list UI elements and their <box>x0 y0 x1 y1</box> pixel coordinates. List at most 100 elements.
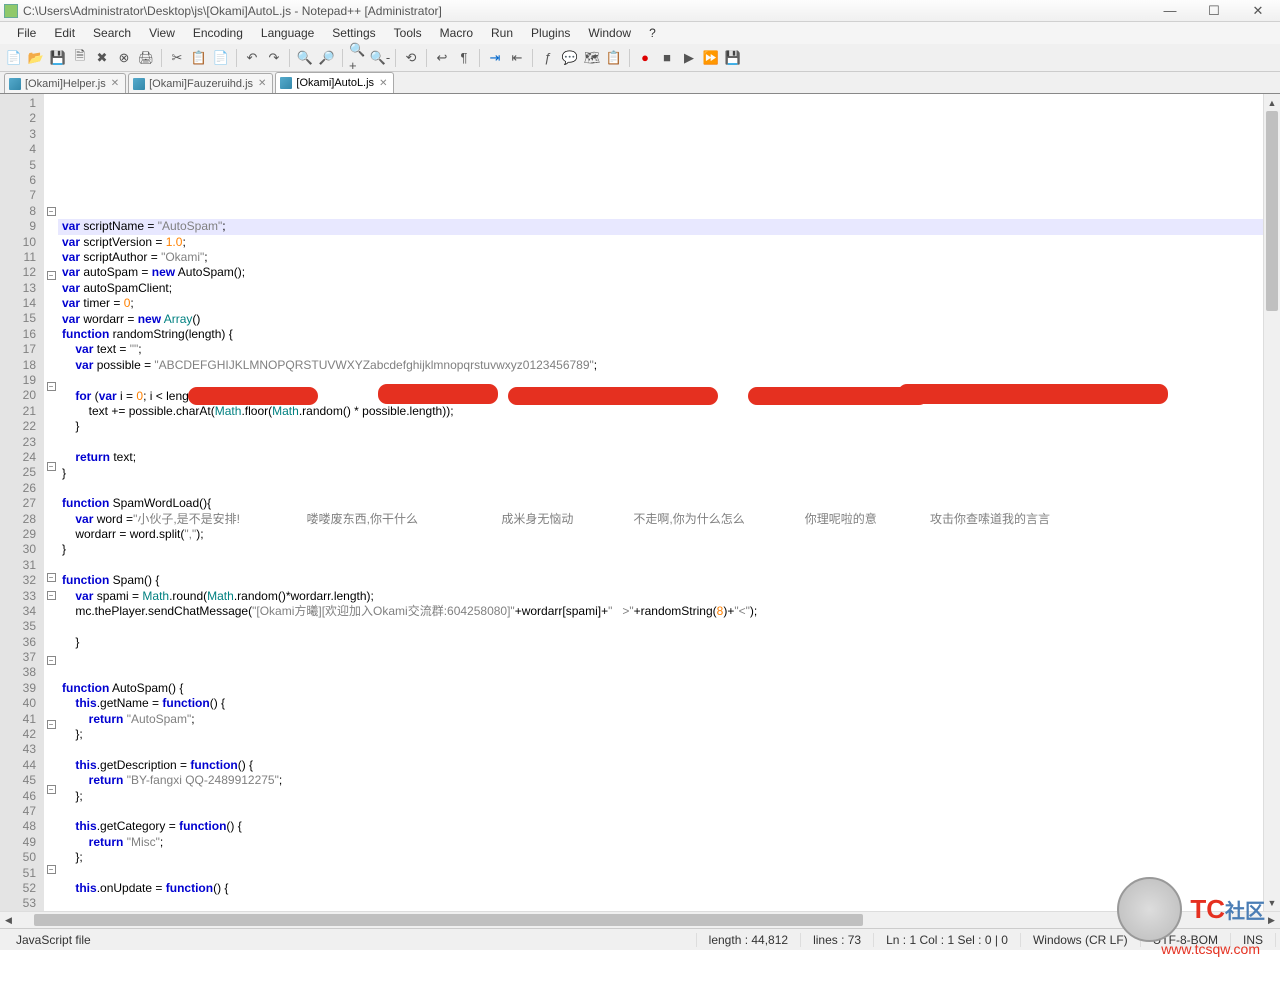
zoomin-icon[interactable]: 🔍+ <box>348 48 368 68</box>
code-line[interactable]: var scriptAuthor = "Okami"; <box>58 250 1263 265</box>
sync-icon[interactable]: ⟲ <box>401 48 421 68</box>
code-line[interactable]: return text; <box>58 450 1263 465</box>
code-area[interactable]: var scriptName = "AutoSpam";var scriptVe… <box>58 94 1263 911</box>
menu-edit[interactable]: Edit <box>45 24 84 42</box>
code-line[interactable] <box>58 896 1263 911</box>
code-line[interactable]: } <box>58 635 1263 650</box>
code-line[interactable]: function AutoSpam() { <box>58 681 1263 696</box>
outdent-icon[interactable]: ⇤ <box>507 48 527 68</box>
menu-file[interactable]: File <box>8 24 45 42</box>
code-line[interactable] <box>58 619 1263 634</box>
code-line[interactable]: wordarr = word.split(","); <box>58 527 1263 542</box>
showall-icon[interactable]: ¶ <box>454 48 474 68</box>
code-line[interactable]: var text = ""; <box>58 342 1263 357</box>
code-line[interactable] <box>58 666 1263 681</box>
saveall-icon[interactable]: 🗎 <box>70 48 90 68</box>
code-line[interactable]: } <box>58 419 1263 434</box>
fold-toggle[interactable]: − <box>47 207 56 216</box>
code-line[interactable]: function SpamWordLoad(){ <box>58 496 1263 511</box>
code-line[interactable]: return "Misc"; <box>58 835 1263 850</box>
map-icon[interactable]: 🗺 <box>582 48 602 68</box>
fold-toggle[interactable]: − <box>47 271 56 280</box>
print-icon[interactable]: 🖨 <box>136 48 156 68</box>
hscroll-thumb[interactable] <box>34 914 863 926</box>
menu-macro[interactable]: Macro <box>431 24 482 42</box>
tab-close-icon[interactable]: ✕ <box>258 78 266 89</box>
fold-toggle[interactable]: − <box>47 720 56 729</box>
tab[interactable]: [Okami]Fauzeruihd.js✕ <box>128 73 273 93</box>
code-line[interactable]: this.getName = function() { <box>58 696 1263 711</box>
cut-icon[interactable]: ✂ <box>167 48 187 68</box>
fold-toggle[interactable]: − <box>47 785 56 794</box>
code-line[interactable]: var scriptName = "AutoSpam"; <box>58 219 1263 234</box>
comment-icon[interactable]: 💬 <box>560 48 580 68</box>
menu-tools[interactable]: Tools <box>385 24 431 42</box>
doc-icon[interactable]: 📋 <box>604 48 624 68</box>
code-line[interactable]: mc.thePlayer.sendChatMessage("[Okami方曦][… <box>58 604 1263 619</box>
tab[interactable]: [Okami]Helper.js✕ <box>4 73 126 93</box>
new-icon[interactable]: 📄 <box>4 48 24 68</box>
code-line[interactable]: this.onUpdate = function() { <box>58 881 1263 896</box>
record-icon[interactable]: ● <box>635 48 655 68</box>
menu-?[interactable]: ? <box>640 24 665 42</box>
code-line[interactable] <box>58 650 1263 665</box>
menu-language[interactable]: Language <box>252 24 323 42</box>
code-line[interactable]: var spami = Math.round(Math.random()*wor… <box>58 589 1263 604</box>
code-line[interactable]: }; <box>58 850 1263 865</box>
code-line[interactable]: var autoSpam = new AutoSpam(); <box>58 265 1263 280</box>
maximize-button[interactable]: ☐ <box>1192 1 1236 21</box>
code-line[interactable]: this.getDescription = function() { <box>58 758 1263 773</box>
code-line[interactable] <box>58 435 1263 450</box>
replace-icon[interactable]: 🔎 <box>317 48 337 68</box>
code-line[interactable] <box>58 743 1263 758</box>
menu-run[interactable]: Run <box>482 24 522 42</box>
scroll-right-icon[interactable]: ▶ <box>1263 912 1280 929</box>
scroll-thumb[interactable] <box>1266 111 1278 311</box>
minimize-button[interactable]: — <box>1148 1 1192 21</box>
code-line[interactable]: return "BY-fangxi QQ-2489912275"; <box>58 773 1263 788</box>
code-line[interactable]: this.getCategory = function() { <box>58 819 1263 834</box>
code-line[interactable]: } <box>58 542 1263 557</box>
fold-toggle[interactable]: − <box>47 865 56 874</box>
code-line[interactable]: var timer = 0; <box>58 296 1263 311</box>
fold-toggle[interactable]: − <box>47 591 56 600</box>
zoomout-icon[interactable]: 🔍- <box>370 48 390 68</box>
code-line[interactable] <box>58 481 1263 496</box>
code-line[interactable]: text += possible.charAt(Math.floor(Math.… <box>58 404 1263 419</box>
scroll-left-icon[interactable]: ◀ <box>0 912 17 929</box>
wrap-icon[interactable]: ↩ <box>432 48 452 68</box>
menu-search[interactable]: Search <box>84 24 140 42</box>
vertical-scrollbar[interactable]: ▲ ▼ <box>1263 94 1280 911</box>
code-line[interactable]: var wordarr = new Array() <box>58 312 1263 327</box>
code-line[interactable]: var autoSpamClient; <box>58 281 1263 296</box>
scroll-up-icon[interactable]: ▲ <box>1264 94 1280 111</box>
paste-icon[interactable]: 📄 <box>211 48 231 68</box>
scroll-down-icon[interactable]: ▼ <box>1264 894 1280 911</box>
fold-toggle[interactable]: − <box>47 382 56 391</box>
fold-toggle[interactable]: − <box>47 573 56 582</box>
playmulti-icon[interactable]: ⏩ <box>701 48 721 68</box>
play-icon[interactable]: ▶ <box>679 48 699 68</box>
tab-close-icon[interactable]: ✕ <box>379 78 387 89</box>
horizontal-scrollbar[interactable]: ◀ ▶ <box>0 911 1280 928</box>
menu-view[interactable]: View <box>140 24 184 42</box>
code-line[interactable] <box>58 866 1263 881</box>
code-line[interactable]: var scriptVersion = 1.0; <box>58 235 1263 250</box>
code-line[interactable]: } <box>58 466 1263 481</box>
find-icon[interactable]: 🔍 <box>295 48 315 68</box>
close-icon[interactable]: ✖ <box>92 48 112 68</box>
code-line[interactable]: function randomString(length) { <box>58 327 1263 342</box>
stop-icon[interactable]: ■ <box>657 48 677 68</box>
fold-toggle[interactable]: − <box>47 462 56 471</box>
copy-icon[interactable]: 📋 <box>189 48 209 68</box>
code-line[interactable]: var word ="小伙子,是不是安排! 喽喽废东西,你干什么 成米身无恼动 … <box>58 512 1263 527</box>
closeall-icon[interactable]: ⊗ <box>114 48 134 68</box>
tab[interactable]: [Okami]AutoL.js✕ <box>275 72 394 93</box>
indent-icon[interactable]: ⇥ <box>485 48 505 68</box>
redo-icon[interactable]: ↷ <box>264 48 284 68</box>
close-button[interactable]: ✕ <box>1236 1 1280 21</box>
fold-toggle[interactable]: − <box>47 656 56 665</box>
savemacro-icon[interactable]: 💾 <box>723 48 743 68</box>
code-line[interactable] <box>58 804 1263 819</box>
menu-settings[interactable]: Settings <box>323 24 384 42</box>
